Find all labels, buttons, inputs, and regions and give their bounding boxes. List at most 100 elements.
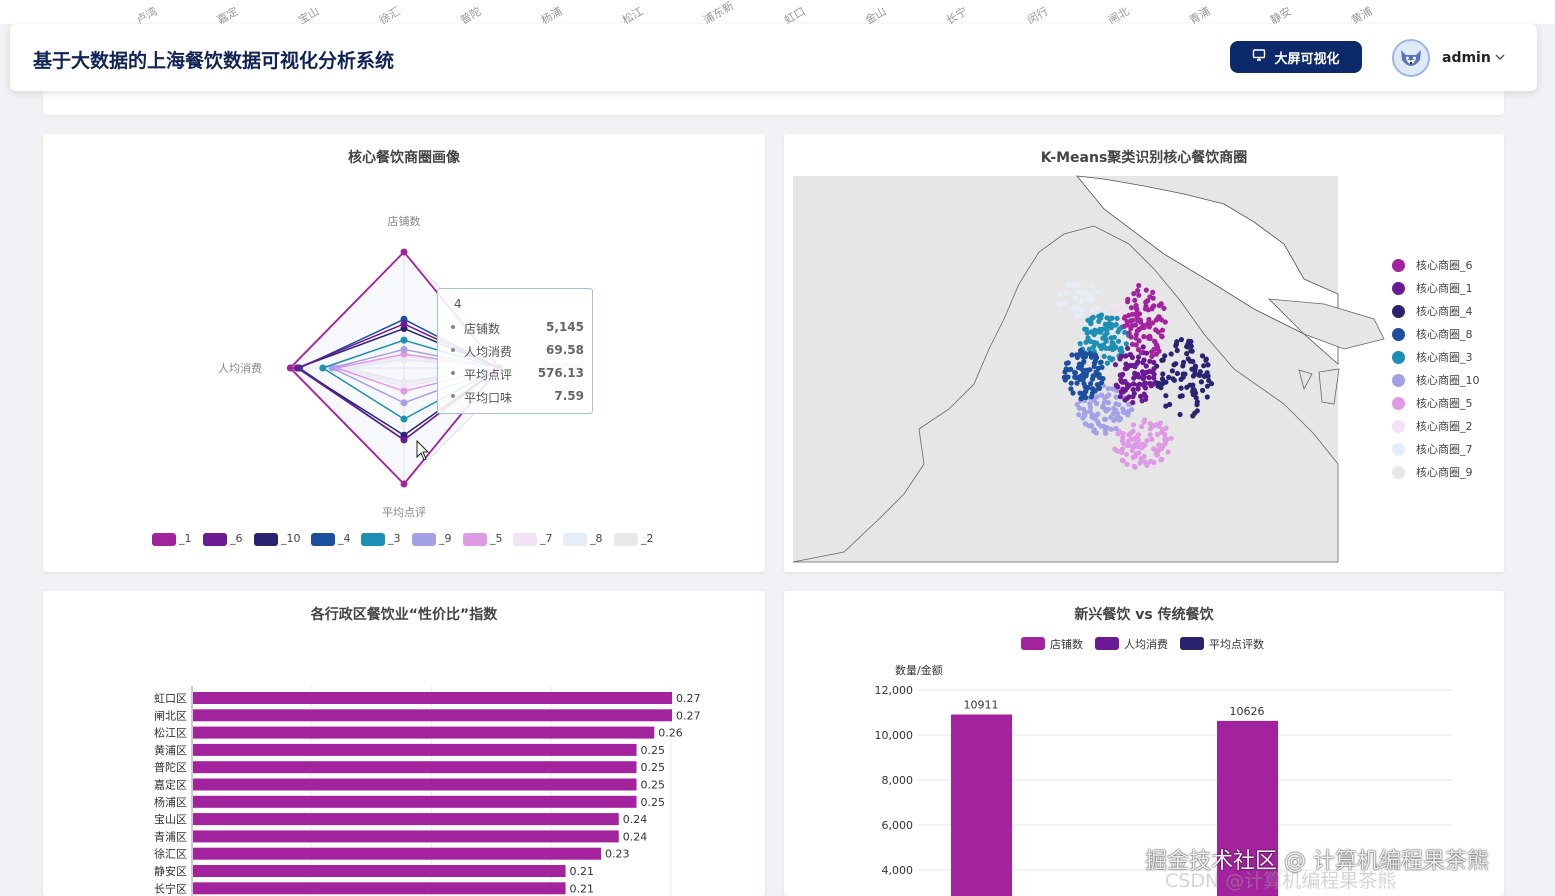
bar (193, 761, 637, 774)
radar-point (319, 364, 327, 372)
cluster-point (1163, 379, 1169, 385)
cluster-point (1199, 353, 1206, 359)
y-tick-label: 10,000 (875, 729, 914, 742)
legend-dot (1392, 374, 1405, 387)
cluster-point (1082, 421, 1089, 427)
cluster-point (1151, 371, 1157, 377)
cluster-point (1098, 359, 1104, 365)
cluster-point (1140, 344, 1146, 350)
legend-label: 核心商圈_3 (1416, 351, 1473, 364)
cluster-point (1081, 350, 1088, 356)
bar (193, 847, 602, 860)
avatar[interactable] (1392, 39, 1430, 77)
value-label: 0.25 (641, 761, 666, 774)
cluster-point (1126, 330, 1132, 336)
cluster-point (1094, 370, 1100, 376)
cluster-point (1117, 394, 1123, 400)
cluster-point (1128, 352, 1134, 358)
cluster-point (1077, 341, 1083, 347)
legend-item[interactable]: _2 (614, 532, 654, 546)
bigscreen-label: 大屏可视化 (1274, 51, 1340, 67)
bar (193, 778, 637, 791)
cluster-point (1190, 382, 1196, 388)
bigscreen-button[interactable]: 大屏可视化 (1230, 41, 1362, 73)
top-strip-label: 闸北 (1106, 4, 1132, 24)
cluster-point (1145, 298, 1151, 304)
radar-chart[interactable]: 店铺数平均口味平均点评人均消费 (43, 134, 765, 572)
legend-dot (1392, 282, 1405, 295)
chevron-down-icon[interactable] (1495, 50, 1505, 64)
cluster-point (1115, 329, 1121, 335)
radar-indicator-label: 平均点评 (382, 506, 426, 519)
legend-item[interactable]: _9 (412, 532, 452, 546)
cluster-point (1110, 405, 1117, 412)
cluster-point (1088, 381, 1094, 387)
cluster-point (1136, 282, 1142, 289)
cluster-point (1065, 282, 1071, 288)
legend-swatch (254, 532, 278, 546)
cluster-point (1123, 353, 1129, 359)
legend-item[interactable]: _7 (513, 532, 553, 546)
cluster-point (1137, 460, 1143, 466)
cluster-point (1135, 354, 1142, 360)
legend-item[interactable]: _5 (463, 532, 503, 546)
bar (193, 830, 619, 843)
cluster-point (1114, 304, 1120, 310)
legend-item[interactable]: _1 (152, 532, 192, 546)
cluster-point (1141, 334, 1147, 340)
radar-point (400, 248, 408, 256)
cluster-point (1076, 412, 1082, 418)
legend-item[interactable]: _3 (361, 532, 401, 546)
cluster-point (1079, 372, 1085, 378)
cluster-point (1159, 334, 1165, 340)
cluster-point (1133, 322, 1139, 328)
cluster-point (1137, 317, 1143, 323)
cluster-point (1115, 338, 1122, 344)
cluster-point (1098, 423, 1104, 429)
cluster-point (1119, 449, 1125, 455)
cluster-point (1123, 341, 1129, 347)
cluster-point (1168, 351, 1174, 357)
radar-point (400, 320, 408, 328)
value-label: 0.26 (658, 727, 683, 740)
cluster-point (1106, 288, 1112, 294)
cluster-point (1132, 370, 1138, 376)
cluster-point (1108, 414, 1114, 420)
cluster-point (1135, 347, 1142, 353)
cluster-point (1070, 390, 1076, 396)
app-header: 基于大数据的上海餐饮数据可视化分析系统 大屏可视化 admin (10, 24, 1537, 91)
legend-item[interactable]: _4 (311, 532, 351, 546)
cluster-point (1092, 352, 1098, 358)
legend-item[interactable]: _8 (563, 532, 603, 546)
cluster-point (1146, 316, 1152, 323)
cluster-point (1147, 381, 1154, 387)
cluster-point (1142, 417, 1148, 423)
cluster-point (1081, 381, 1087, 387)
cluster-point (1091, 360, 1098, 366)
cluster-point (1141, 391, 1147, 397)
cluster-point (1204, 383, 1210, 389)
cluster-point (1174, 339, 1180, 345)
cluster-point (1074, 352, 1080, 358)
cluster-point (1156, 314, 1162, 320)
cluster-point (1091, 428, 1097, 434)
category-label: 宝山区 (154, 812, 187, 826)
value-label: 0.25 (641, 779, 666, 792)
cluster-point (1149, 349, 1155, 355)
cluster-point (1129, 341, 1136, 347)
cluster-point (1098, 327, 1104, 334)
district-bar-chart[interactable]: 虹口区 0.27 闸北区 0.27 松江区 0.26 黄浦区 0.25 普陀区 0.25 嘉定区 0.… (43, 591, 765, 896)
cluster-point (1200, 387, 1206, 393)
legend-dot (1392, 443, 1405, 456)
cluster-point (1179, 393, 1185, 399)
y-tick-label: 6,000 (882, 819, 914, 832)
cluster-point (1132, 441, 1138, 447)
username[interactable]: admin (1442, 50, 1491, 66)
value-label: 10626 (1230, 705, 1265, 718)
cluster-point (1190, 358, 1196, 365)
cluster-point (1094, 394, 1100, 400)
cluster-point (1083, 367, 1089, 373)
legend-item[interactable]: _10 (254, 532, 301, 546)
legend-item[interactable]: _6 (203, 532, 243, 546)
cluster-point (1094, 400, 1100, 407)
